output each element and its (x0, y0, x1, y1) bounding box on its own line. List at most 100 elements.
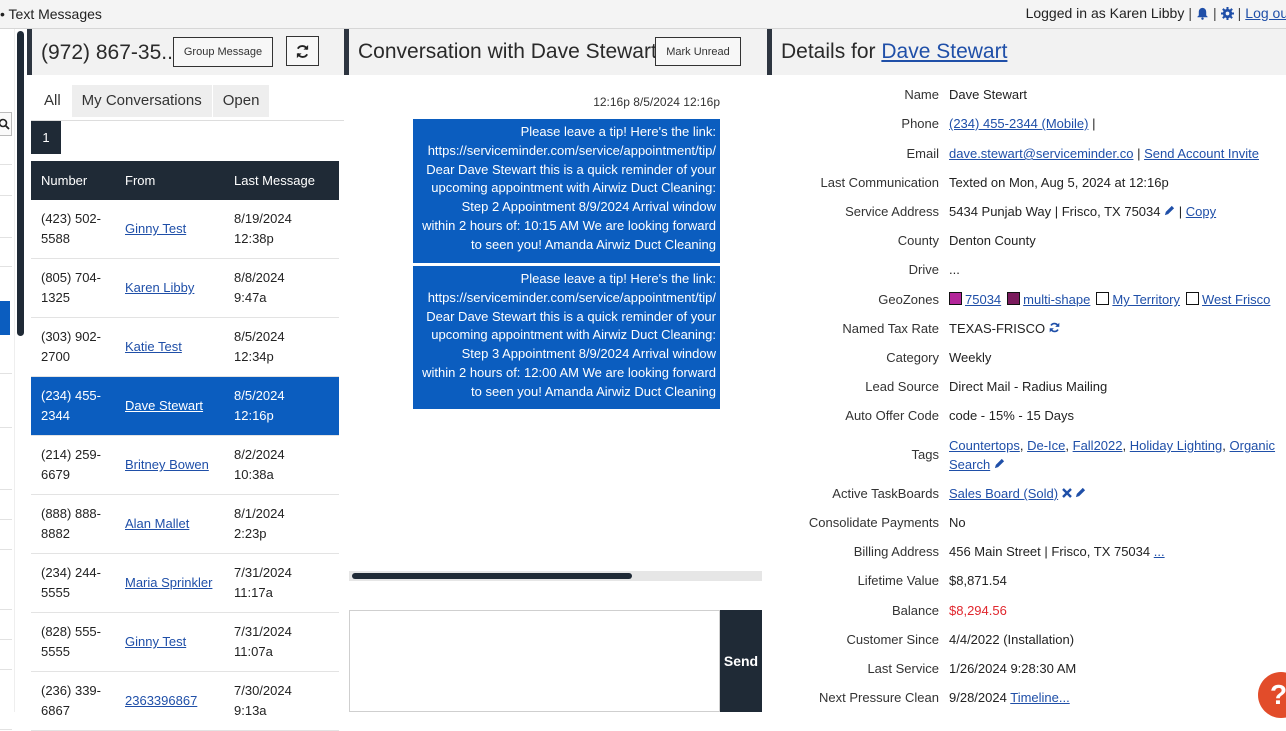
refresh-button[interactable] (286, 36, 319, 66)
tag-link[interactable]: Fall2022 (1073, 438, 1123, 453)
logout-link[interactable]: Log out (1245, 5, 1286, 21)
sidebar-selected-item[interactable] (0, 301, 10, 335)
geozone-link[interactable]: West Frisco (1202, 292, 1270, 307)
horizontal-scrollbar[interactable] (349, 571, 762, 581)
contact-link[interactable]: Ginny Test (125, 221, 186, 236)
divider (0, 549, 12, 550)
message-date: 7/31/2024 (234, 565, 292, 580)
scrollbar-thumb[interactable] (352, 573, 632, 579)
contact-link[interactable]: 2363396867 (125, 693, 197, 708)
contact-link[interactable]: Karen Libby (125, 280, 194, 295)
number-line: 2700 (41, 349, 70, 364)
detail-label: Named Tax Rate (842, 321, 939, 336)
row-number: (234) 455- 2344 (31, 376, 125, 436)
message-line: https://serviceminder.com/service/appoin… (427, 289, 716, 305)
service-address-value: 5434 Punjab Way | Frisco, TX 75034 (949, 204, 1161, 219)
contact-link[interactable]: Maria Sprinkler (125, 575, 212, 590)
send-account-invite-link[interactable]: Send Account Invite (1144, 146, 1259, 161)
email-link[interactable]: dave.stewart@serviceminder.co (949, 146, 1133, 161)
table-row[interactable]: (236) 339- 6867 2363396867 7/30/2024 9:13a (31, 671, 339, 731)
geozone-link[interactable]: multi-shape (1023, 292, 1090, 307)
row-from: Karen Libby (125, 258, 234, 318)
vertical-scrollbar[interactable] (17, 31, 24, 336)
table-row[interactable]: (234) 244- 5555 Maria Sprinkler 7/31/2024 11… (31, 553, 339, 613)
table-row[interactable]: (828) 555- 5555 Ginny Test 7/31/2024 11:07a (31, 612, 339, 672)
divider (0, 427, 12, 428)
contact-link[interactable]: Alan Mallet (125, 516, 189, 531)
gear-icon[interactable] (1220, 6, 1234, 20)
tag-link[interactable]: Countertops (949, 438, 1020, 453)
mark-unread-button[interactable]: Mark Unread (655, 37, 741, 66)
remove-icon[interactable] (1061, 486, 1072, 501)
conversation-filter-tabs: All My Conversations Open (34, 85, 270, 117)
row-last-message: 8/8/2024 9:47a (234, 258, 339, 318)
group-message-button[interactable]: Group Message (173, 37, 273, 67)
billing-more-link[interactable]: ... (1154, 544, 1165, 559)
contact-link[interactable]: Dave Stewart (125, 398, 203, 413)
taskboard-link[interactable]: Sales Board (Sold) (949, 486, 1058, 501)
divider (0, 373, 12, 374)
help-button[interactable]: ? (1258, 672, 1286, 718)
column-header-last-message[interactable]: Last Message (234, 161, 339, 200)
contact-link[interactable]: Britney Bowen (125, 457, 209, 472)
table-row[interactable]: (234) 455- 2344 Dave Stewart 8/5/2024 12:16p (31, 376, 339, 436)
refresh-icon[interactable] (1049, 321, 1060, 336)
table-row[interactable]: (423) 502- 5588 Ginny Test 8/19/2024 12:38p (31, 200, 339, 259)
row-number: (236) 339- 6867 (31, 671, 125, 731)
row-from: Alan Mallet (125, 494, 234, 554)
page-button-1[interactable]: 1 (31, 121, 61, 154)
message-line: Dear Dave Stewart this is a quick remind… (426, 161, 716, 177)
conversation-panel-header: Conversation with Dave Stewart Mark Unre… (344, 29, 768, 75)
number-line: 6679 (41, 467, 70, 482)
table-row[interactable]: (805) 704- 1325 Karen Libby 8/8/2024 9:47a (31, 258, 339, 318)
table-row[interactable]: (214) 259- 6679 Britney Bowen 8/2/2024 10:38… (31, 435, 339, 495)
search-icon[interactable] (0, 112, 12, 136)
refresh-icon (296, 44, 309, 58)
row-from: Katie Test (125, 317, 234, 377)
message-line: to seen you! Amanda Airwiz Duct Cleaning (471, 236, 716, 252)
row-from: Ginny Test (125, 612, 234, 672)
send-button[interactable]: Send (720, 610, 762, 712)
detail-value: Texted on Mon, Aug 5, 2024 at 12:16p (949, 175, 1169, 190)
bell-icon[interactable] (1196, 7, 1209, 20)
detail-label: Category (886, 350, 939, 365)
tag-link[interactable]: Holiday Lighting (1130, 438, 1223, 453)
detail-value: 4/4/2022 (Installation) (949, 632, 1075, 647)
collapsed-sidebar (0, 29, 15, 730)
detail-label: Auto Offer Code (845, 408, 939, 423)
detail-value: No (949, 515, 966, 530)
contact-link[interactable]: Katie Test (125, 339, 182, 354)
detail-label: Consolidate Payments (808, 515, 939, 530)
pencil-icon[interactable] (990, 457, 1005, 472)
table-row[interactable]: (888) 888- 8882 Alan Mallet 8/1/2024 2:23p (31, 494, 339, 554)
column-header-from[interactable]: From (125, 161, 234, 200)
message-input[interactable] (349, 610, 720, 712)
geozone-link[interactable]: 75034 (965, 292, 1001, 307)
tab-open[interactable]: Open (212, 85, 270, 117)
table-row[interactable]: (303) 902- 2700 Katie Test 8/5/2024 12:34p (31, 317, 339, 377)
detail-label: Next Pressure Clean (819, 690, 939, 705)
user-area: Logged in as Karen Libby | | | Log out (1026, 5, 1286, 21)
pencil-icon[interactable] (1075, 486, 1086, 501)
customer-name-link[interactable]: Dave Stewart (881, 40, 1007, 63)
row-number: (828) 555- 5555 (31, 612, 125, 672)
tag-link[interactable]: De-Ice (1027, 438, 1065, 453)
pencil-icon[interactable] (1164, 204, 1175, 219)
detail-label: GeoZones (878, 292, 939, 307)
next-pressure-value: 9/28/2024 (949, 690, 1007, 705)
timeline-link[interactable]: Timeline... (1010, 690, 1069, 705)
geozone-link[interactable]: My Territory (1112, 292, 1180, 307)
divider (0, 729, 12, 730)
geozone-swatch (1007, 292, 1021, 305)
details-panel-header: Details for Dave Stewart (767, 29, 1286, 75)
detail-label: Billing Address (853, 544, 939, 559)
phone-link[interactable]: (234) 455-2344 (Mobile) (949, 116, 1088, 131)
row-last-message: 7/31/2024 11:07a (234, 612, 339, 672)
contact-link[interactable]: Ginny Test (125, 634, 186, 649)
copy-address-link[interactable]: Copy (1186, 204, 1216, 219)
detail-label: Lifetime Value (857, 573, 939, 588)
separator: , (1065, 438, 1069, 453)
tab-my-conversations[interactable]: My Conversations (71, 85, 212, 117)
column-header-number[interactable]: Number (31, 161, 125, 200)
tab-all[interactable]: All (34, 85, 71, 117)
